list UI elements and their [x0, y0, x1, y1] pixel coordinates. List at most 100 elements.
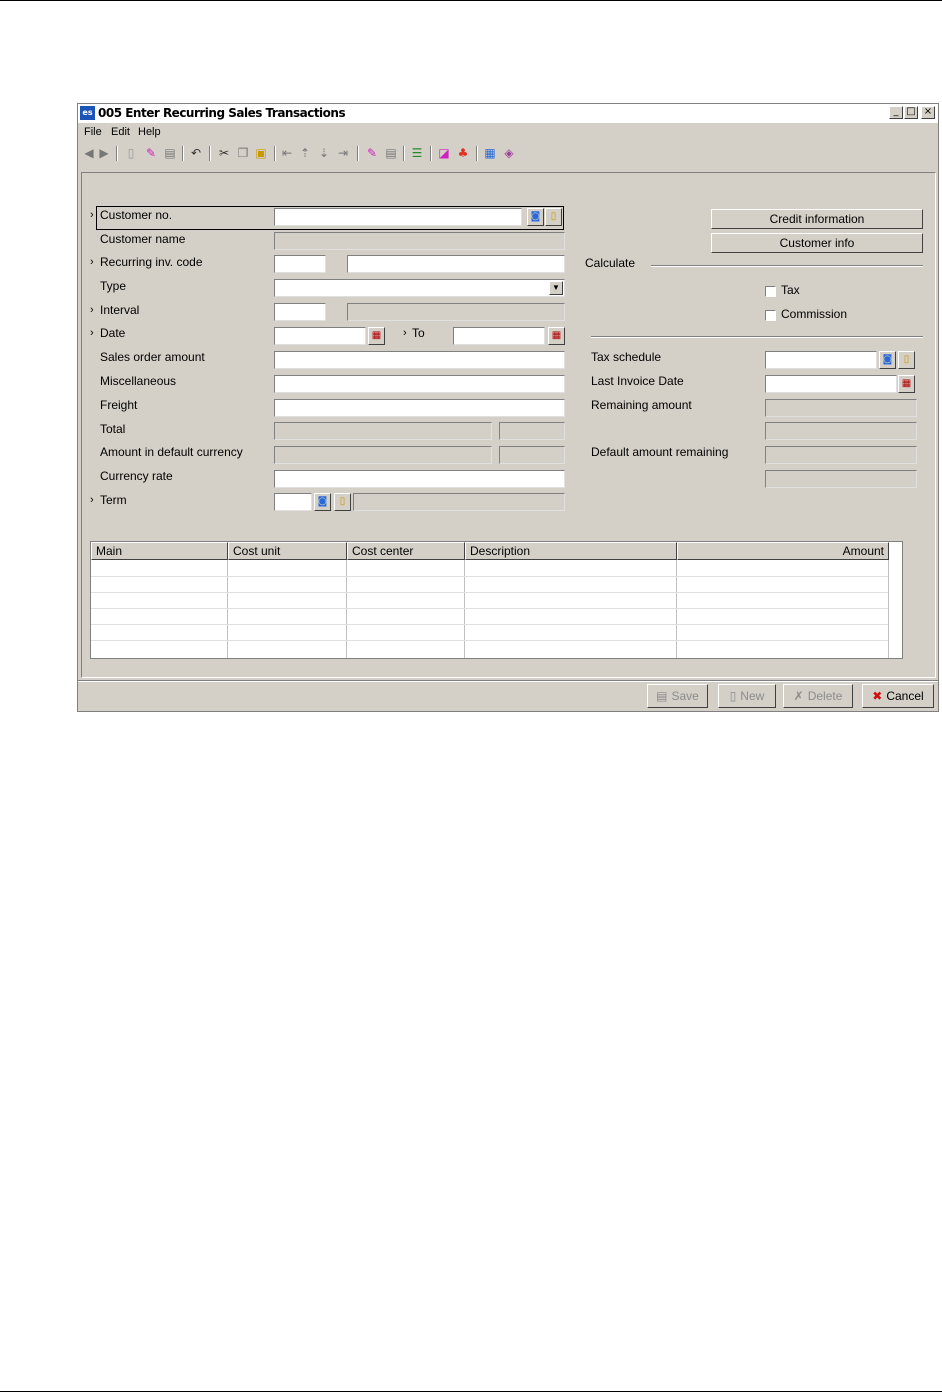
toolbar-separator — [274, 146, 276, 161]
new-doc-icon[interactable]: ▯ — [124, 146, 138, 160]
term-input[interactable] — [274, 493, 312, 511]
currency-rate-label: Currency rate — [100, 469, 173, 483]
toolbar-separator — [476, 146, 478, 161]
chevron-down-icon[interactable]: ▼ — [549, 281, 563, 295]
remaining-amount-field-2 — [765, 422, 917, 440]
interval-input[interactable] — [274, 303, 326, 321]
toolbar-separator — [357, 146, 359, 161]
footer-divider — [78, 680, 938, 682]
toolbar: ◀ ▶ ▯ ✎ ▤ ↶ ✂ ❐ ▣ ⇤ ⇡ ⇣ ⇥ ✎ ▤ ☰ ◪ ♣ ▦ ◈ — [78, 143, 938, 165]
customer-no-input[interactable] — [274, 208, 522, 226]
table-row[interactable] — [91, 576, 888, 577]
amount-default-currency-field — [274, 446, 492, 464]
required-marker: › — [90, 327, 94, 339]
save-icon: ▤ — [656, 689, 668, 703]
column-header-description[interactable]: Description — [465, 542, 677, 560]
calendar-icon[interactable]: ▦ — [548, 327, 565, 345]
delete-button-label: Delete — [807, 689, 843, 703]
customer-name-label: Customer name — [100, 232, 186, 246]
title-bar: es 005 Enter Recurring Sales Transaction… — [78, 104, 938, 123]
table-row[interactable] — [91, 640, 888, 641]
grid-column-line — [676, 560, 677, 658]
delete-icon: ✗ — [793, 689, 804, 703]
last-record-icon[interactable]: ⇥ — [336, 146, 350, 160]
sales-order-amount-input[interactable] — [274, 351, 565, 369]
term-new-icon[interactable]: ▯ — [334, 493, 351, 511]
first-record-icon[interactable]: ⇤ — [280, 146, 294, 160]
last-invoice-date-input[interactable] — [765, 375, 897, 393]
table-row[interactable] — [91, 624, 888, 625]
forward-icon[interactable]: ▶ — [97, 146, 111, 160]
column-header-cost-unit[interactable]: Cost unit — [228, 542, 347, 560]
save-record-icon[interactable]: ▤ — [384, 146, 398, 160]
calculator-icon[interactable]: ▦ — [483, 146, 497, 160]
save-button[interactable]: ▤ Save — [647, 684, 708, 708]
table-row[interactable] — [91, 608, 888, 609]
section-divider — [591, 336, 923, 338]
term-lookup-icon[interactable]: ◙ — [314, 493, 331, 511]
tax-schedule-input[interactable] — [765, 351, 877, 369]
edit-record-icon[interactable]: ✎ — [365, 146, 379, 160]
page-top-rule — [0, 0, 942, 1]
miscellaneous-input[interactable] — [274, 375, 565, 393]
tax-schedule-label: Tax schedule — [591, 350, 662, 364]
allocation-grid[interactable]: Main Cost unit Cost center Description A… — [90, 541, 903, 659]
close-button[interactable]: × — [921, 106, 935, 119]
book-icon[interactable]: ◈ — [502, 146, 516, 160]
delete-button[interactable]: ✗ Delete — [783, 684, 853, 708]
new-button[interactable]: ▯ New — [718, 684, 776, 708]
recurring-inv-code-input[interactable] — [274, 255, 326, 273]
save-icon[interactable]: ▤ — [163, 146, 177, 160]
required-marker: › — [90, 256, 94, 268]
menu-help[interactable]: Help — [138, 126, 161, 138]
date-to-label: To — [412, 326, 425, 340]
calendar-icon[interactable]: ▦ — [368, 327, 385, 345]
date-to-input[interactable] — [453, 327, 545, 345]
commission-checkbox[interactable] — [765, 310, 776, 321]
minimize-button[interactable]: _ — [889, 106, 903, 119]
undo-icon[interactable]: ↶ — [189, 146, 203, 160]
toolbar-separator — [182, 146, 184, 161]
term-description-field — [353, 493, 565, 511]
date-from-input[interactable] — [274, 327, 366, 345]
column-header-main[interactable]: Main — [91, 542, 228, 560]
previous-record-icon[interactable]: ⇡ — [298, 146, 312, 160]
customer-info-button[interactable]: Customer info — [711, 233, 923, 253]
back-icon[interactable]: ◀ — [82, 146, 96, 160]
color-icon[interactable]: ◪ — [437, 146, 451, 160]
toolbar-separator — [116, 146, 118, 161]
recurring-inv-description-input[interactable] — [347, 255, 565, 273]
default-amount-remaining-label: Default amount remaining — [591, 445, 729, 459]
cut-icon[interactable]: ✂ — [217, 146, 231, 160]
column-header-cost-center[interactable]: Cost center — [347, 542, 465, 560]
calendar-icon[interactable]: ▦ — [898, 375, 915, 393]
tax-schedule-new-icon[interactable]: ▯ — [898, 351, 915, 369]
next-record-icon[interactable]: ⇣ — [317, 146, 331, 160]
sales-order-amount-label: Sales order amount — [100, 350, 205, 364]
menu-file[interactable]: File — [84, 126, 102, 138]
recurring-sales-window: es 005 Enter Recurring Sales Transaction… — [77, 103, 939, 712]
edit-icon[interactable]: ✎ — [144, 146, 158, 160]
credit-information-button[interactable]: Credit information — [711, 209, 923, 229]
list-icon[interactable]: ☰ — [410, 146, 424, 160]
cancel-button[interactable]: ✖ Cancel — [862, 684, 934, 708]
menu-edit[interactable]: Edit — [111, 126, 130, 138]
column-header-amount[interactable]: Amount — [677, 542, 889, 560]
customer-lookup-icon[interactable]: ◙ — [527, 208, 544, 226]
type-select[interactable]: ▼ — [274, 279, 565, 297]
freight-input[interactable] — [274, 399, 565, 417]
date-label: Date — [100, 326, 126, 340]
table-row[interactable] — [91, 592, 888, 593]
cancel-icon: ✖ — [872, 689, 883, 703]
tax-checkbox[interactable] — [765, 286, 776, 297]
freight-label: Freight — [100, 398, 138, 412]
copy-icon[interactable]: ❐ — [236, 146, 250, 160]
page-bottom-rule — [0, 1391, 942, 1392]
currency-rate-input[interactable] — [274, 470, 565, 488]
miscellaneous-label: Miscellaneous — [100, 374, 177, 388]
tax-schedule-lookup-icon[interactable]: ◙ — [879, 351, 896, 369]
maximize-button[interactable]: □ — [904, 106, 918, 119]
paste-icon[interactable]: ▣ — [254, 146, 268, 160]
customer-new-icon[interactable]: ▯ — [545, 208, 562, 226]
chart-icon[interactable]: ♣ — [456, 146, 470, 160]
